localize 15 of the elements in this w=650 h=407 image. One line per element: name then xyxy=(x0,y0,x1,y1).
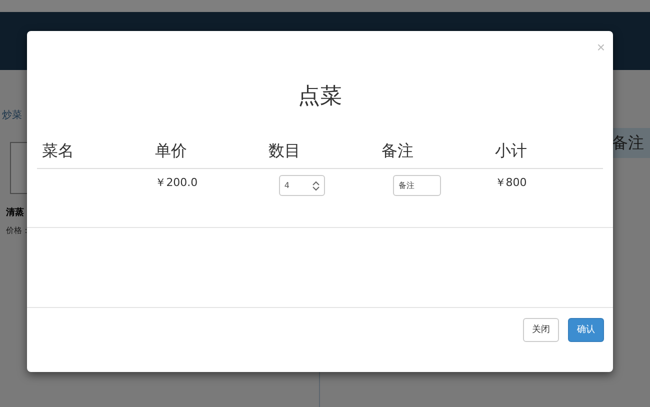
dish-name: 清蒸 xyxy=(5,206,25,219)
column-header: 单价 xyxy=(150,139,264,168)
column-header: 备注 xyxy=(376,139,490,168)
table-cell: ￥200.0 xyxy=(155,176,198,189)
close-dialog-button[interactable]: 关闭 xyxy=(523,318,559,342)
column-header: 小计 xyxy=(490,139,603,168)
quantity-field[interactable]: 4 xyxy=(279,175,326,196)
dialog-title: 点菜 xyxy=(298,83,342,111)
spinner-icon[interactable] xyxy=(312,180,320,190)
remark-field[interactable]: 备注 xyxy=(392,175,441,196)
column-header: 菜名 xyxy=(37,139,150,168)
column-header: 数目 xyxy=(263,139,377,168)
confirm-button[interactable]: 确认 xyxy=(568,318,604,342)
price-label: 价格： xyxy=(5,225,31,236)
table-cell: ￥800 xyxy=(494,176,527,189)
